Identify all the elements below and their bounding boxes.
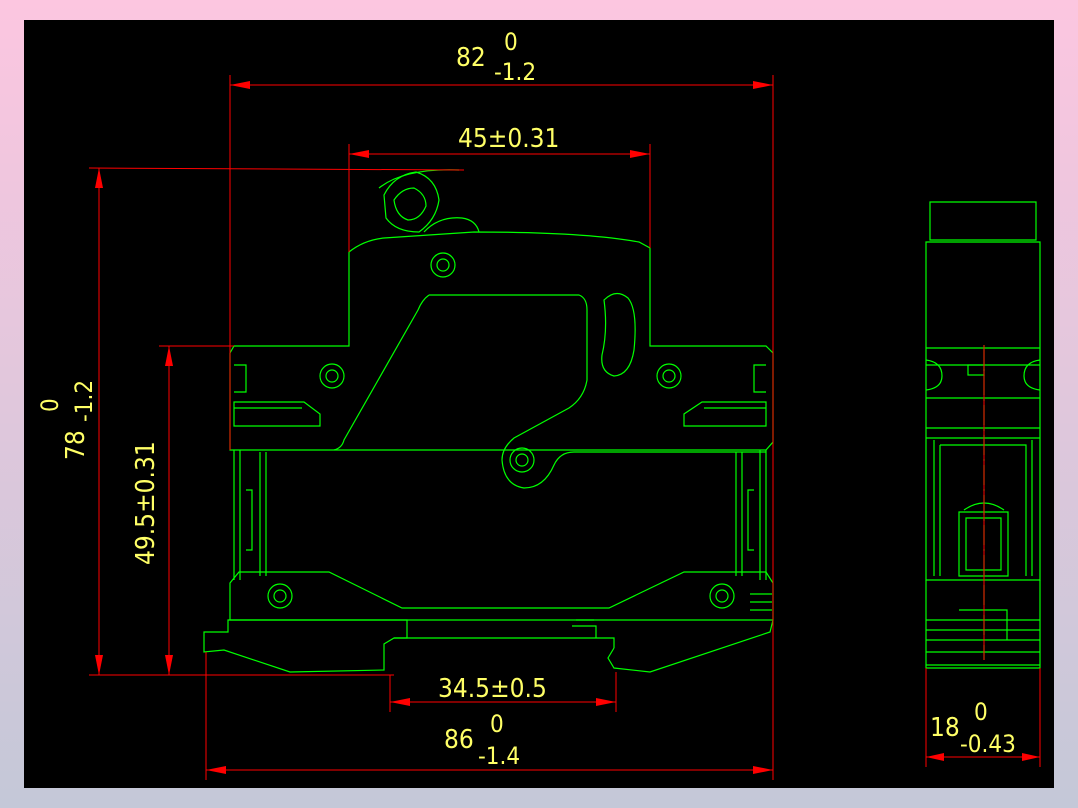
arrow: [630, 150, 650, 158]
front-screw-right-inner: [662, 369, 676, 383]
side-inner-frame: [933, 440, 1033, 576]
front-screw-left-inner: [325, 369, 339, 383]
front-screw-bottom-right-inner: [715, 589, 729, 603]
dim-total-height-upper: 0: [36, 398, 64, 412]
dim-bottom-width-lower: -1.4: [478, 742, 520, 770]
front-side-slot-right: [747, 489, 754, 551]
front-lever: [383, 171, 440, 233]
dim-bottom-width-value: 86: [444, 725, 474, 755]
arrow: [926, 753, 944, 761]
arrow: [206, 766, 226, 774]
front-screw-bottom-left-inner: [273, 589, 287, 603]
dim-rail-width-value: 34.5±0.5: [438, 674, 547, 704]
dim-top-width-value: 82: [456, 43, 486, 73]
dim-side-width-value: 18: [930, 713, 960, 743]
arrow: [753, 81, 773, 89]
dim-total-height-value: 78: [61, 430, 91, 460]
dim-inner-width-line: [348, 144, 651, 252]
front-din-clip: [203, 619, 408, 673]
front-pivot-inner: [515, 453, 529, 467]
front-din-right-hook: [607, 619, 774, 673]
front-toggle-slot: [601, 292, 636, 377]
arrow: [165, 655, 173, 675]
dim-rail-height-value: 49.5±0.31: [131, 441, 161, 565]
front-inner-window: [333, 294, 766, 489]
dim-top-width-line: [229, 75, 774, 620]
side-main-body: [925, 241, 1041, 581]
dim-top-width-lower: -1.2: [494, 58, 536, 86]
front-clip-right: [753, 364, 766, 393]
front-lower-body: [229, 571, 774, 621]
front-din-base: [394, 619, 615, 648]
side-base: [925, 580, 1041, 669]
side-indicator-slot: [967, 364, 985, 376]
drawing-canvas: 82 0 -1.2 45±0.31 78 0 -1.2 49.5±0.31 34…: [24, 20, 1054, 788]
technical-drawing: 82 0 -1.2 45±0.31 78 0 -1.2 49.5±0.31 34…: [36, 28, 1041, 780]
arrow: [390, 698, 410, 706]
front-top-body-outline: [229, 231, 774, 451]
front-screw-left: [319, 363, 345, 389]
side-bottom-section: [926, 609, 1040, 666]
arrow: [230, 81, 250, 89]
front-terminal-right: [683, 401, 767, 427]
side-view: [925, 201, 1041, 669]
dim-total-height-line: [88, 167, 465, 676]
dim-side-width-lower: -0.43: [960, 730, 1016, 758]
dim-total-height-lower: -1.2: [70, 380, 98, 422]
arrow: [349, 150, 369, 158]
front-screw-top-inner: [436, 258, 450, 272]
side-top-cap: [929, 201, 1037, 241]
arrow: [753, 766, 773, 774]
front-lever-inner: [393, 187, 427, 221]
front-view: [203, 169, 774, 673]
dim-top-width-upper: 0: [504, 28, 518, 56]
front-clip-left: [234, 364, 247, 393]
front-middle-frame: [233, 450, 767, 580]
front-latch-lines: [750, 593, 772, 611]
arrow: [165, 346, 173, 366]
front-pivot: [509, 447, 535, 473]
dimension-lines: [88, 75, 1041, 780]
arrow: [596, 698, 616, 706]
dim-bottom-width-upper: 0: [490, 710, 504, 738]
dim-inner-width-value: 45±0.31: [458, 124, 559, 154]
dimension-arrows: [95, 81, 1040, 774]
front-screw-top: [430, 252, 456, 278]
front-screw-bottom-right: [709, 583, 735, 609]
arrow: [95, 655, 103, 675]
front-terminal-left: [233, 401, 321, 427]
arrow: [95, 168, 103, 188]
dim-rail-height-line: [159, 345, 234, 675]
front-side-slot-left: [246, 489, 253, 551]
dimension-labels: 82 0 -1.2 45±0.31 78 0 -1.2 49.5±0.31 34…: [36, 28, 1016, 770]
front-screw-right: [656, 363, 682, 389]
dim-side-width-upper: 0: [974, 698, 988, 726]
side-section-lines: [926, 347, 1040, 439]
arrow: [1022, 753, 1040, 761]
front-screw-bottom-left: [267, 583, 293, 609]
